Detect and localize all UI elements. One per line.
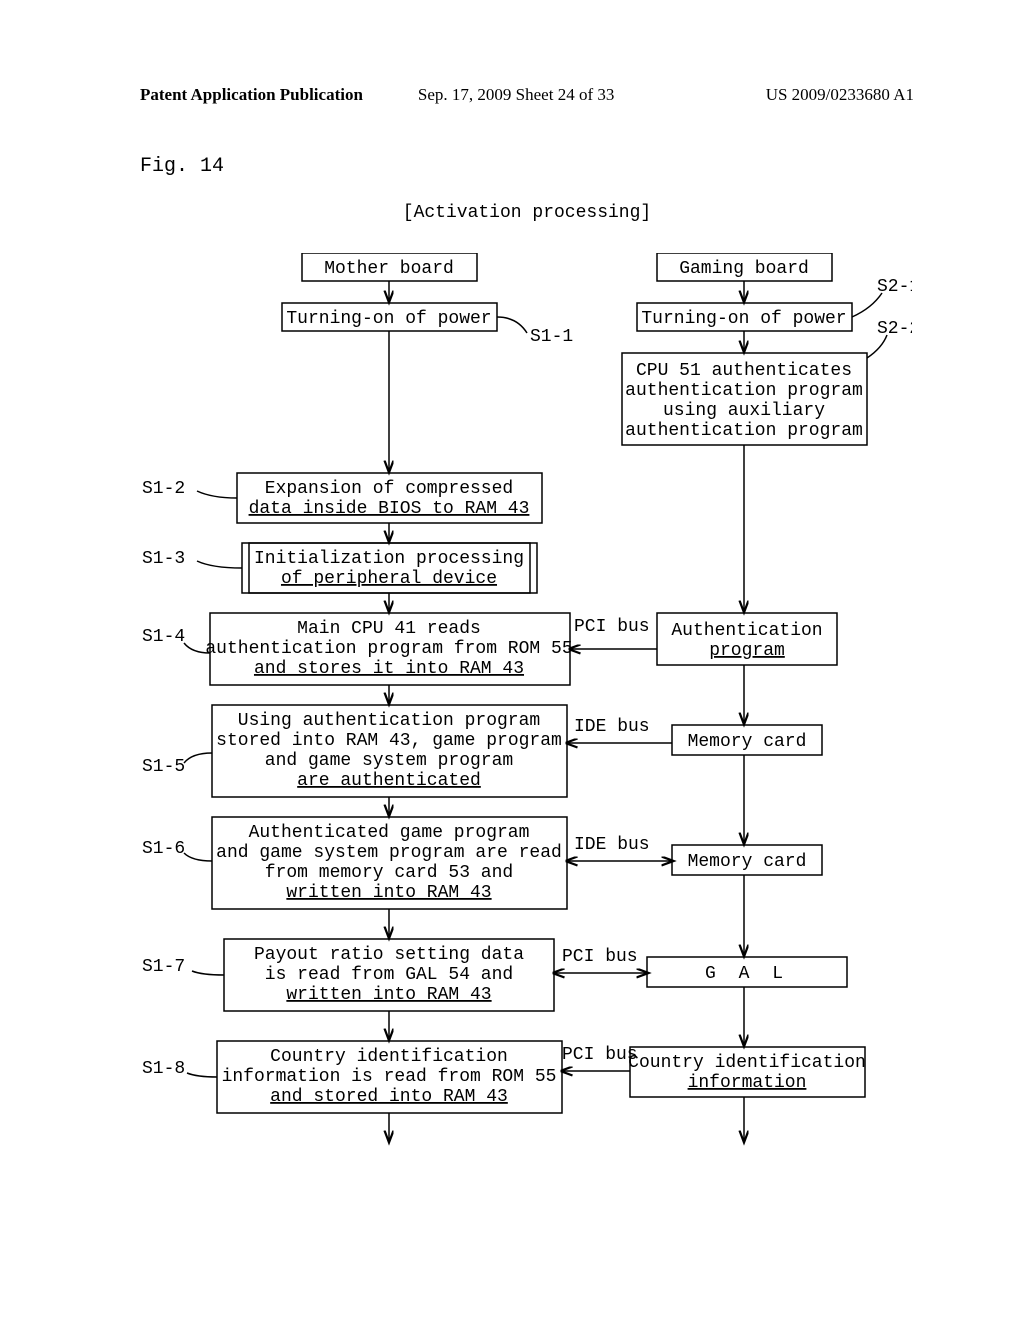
cid-l1: Country identification (628, 1053, 866, 1073)
s2-2-l3: using auxiliary (663, 401, 825, 421)
s1-8-label: S1-8 (142, 1059, 185, 1079)
s2-2-l4: authentication program (625, 421, 863, 441)
bus-pci-1: PCI bus (574, 617, 650, 637)
mem-card-2: Memory card (688, 852, 807, 872)
s1-3-l2: of peripheral device (281, 569, 497, 589)
page-header: Patent Application Publication Sep. 17, … (140, 85, 914, 105)
s2-2-l1: CPU 51 authenticates (636, 361, 852, 381)
bus-ide-2: IDE bus (574, 835, 650, 855)
s1-6-l3: from memory card 53 and (265, 863, 513, 883)
bus-pci-2: PCI bus (562, 947, 638, 967)
s1-4-label: S1-4 (142, 627, 185, 647)
s2-2-l2: authentication program (625, 381, 863, 401)
s1-1-label: S1-1 (530, 327, 573, 347)
s1-2-l1: Expansion of compressed (265, 479, 513, 499)
auth-prog-l1: Authentication (671, 621, 822, 641)
mem-card-1: Memory card (688, 732, 807, 752)
flowchart-diagram: Mother board Gaming board Turning-on of … (142, 253, 912, 1273)
s1-3-label: S1-3 (142, 549, 185, 569)
gaming-board-header: Gaming board (679, 259, 809, 279)
s1-5-l3: and game system program (265, 751, 513, 771)
s1-7-l3: written into RAM 43 (286, 985, 491, 1005)
s1-7-l1: Payout ratio setting data (254, 945, 524, 965)
header-number: US 2009/0233680 A1 (766, 85, 914, 105)
header-publication: Patent Application Publication (140, 85, 363, 105)
s1-7-l2: is read from GAL 54 and (265, 965, 513, 985)
s1-3-l1: Initialization processing (254, 549, 524, 569)
s2-1-text: Turning-on of power (641, 309, 846, 329)
s2-1-label: S2-1 (877, 277, 912, 297)
s2-2-label: S2-2 (877, 319, 912, 339)
s1-5-l2: stored into RAM 43, game program (216, 731, 562, 751)
s1-8-l3: and stored into RAM 43 (270, 1087, 508, 1107)
cid-l2: information (688, 1073, 807, 1093)
s1-8-l2: information is read from ROM 55 (222, 1067, 557, 1087)
s1-6-label: S1-6 (142, 839, 185, 859)
s1-5-l4: are authenticated (297, 771, 481, 791)
activation-title: [Activation processing] (140, 203, 914, 223)
mother-board-header: Mother board (324, 259, 454, 279)
auth-prog-l2: program (709, 641, 785, 661)
s1-2-label: S1-2 (142, 479, 185, 499)
s1-6-l4: written into RAM 43 (286, 883, 491, 903)
gal-box: G A L (705, 964, 789, 984)
bus-pci-3: PCI bus (562, 1045, 638, 1065)
s1-6-l2: and game system program are read (216, 843, 562, 863)
s1-5-l1: Using authentication program (238, 711, 540, 731)
s1-1-text: Turning-on of power (286, 309, 491, 329)
s1-5-label: S1-5 (142, 757, 185, 777)
s1-4-l2: authentication program from ROM 55 (205, 639, 572, 659)
bus-ide-1: IDE bus (574, 717, 650, 737)
s1-2-l2: data inside BIOS to RAM 43 (249, 499, 530, 519)
header-date: Sep. 17, 2009 Sheet 24 of 33 (418, 85, 614, 105)
s1-8-l1: Country identification (270, 1047, 508, 1067)
s1-7-label: S1-7 (142, 957, 185, 977)
s1-4-l3: and stores it into RAM 43 (254, 659, 524, 679)
figure-label: Fig. 14 (140, 155, 914, 178)
s1-6-l1: Authenticated game program (249, 823, 530, 843)
s1-4-l1: Main CPU 41 reads (297, 619, 481, 639)
